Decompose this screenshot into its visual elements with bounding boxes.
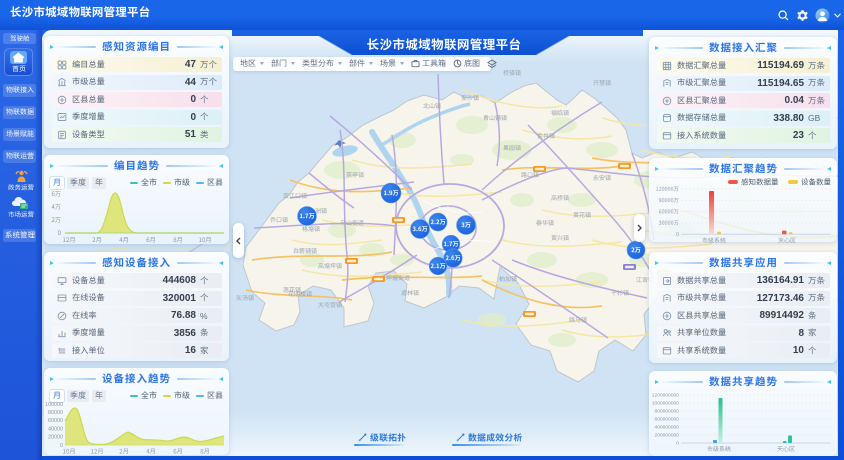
svg-text:60000: 60000 <box>48 418 63 424</box>
svg-text:100000: 100000 <box>45 402 63 408</box>
svg-text:40000: 40000 <box>48 426 63 432</box>
svg-text:1000000000: 1000000000 <box>652 401 679 407</box>
svg-text:800000000: 800000000 <box>655 409 680 415</box>
svg-text:80000: 80000 <box>48 410 63 416</box>
svg-text:400000000: 400000000 <box>655 425 680 431</box>
svg-text:1200000000: 1200000000 <box>652 393 679 399</box>
svg-text:600000000: 600000000 <box>655 417 680 423</box>
